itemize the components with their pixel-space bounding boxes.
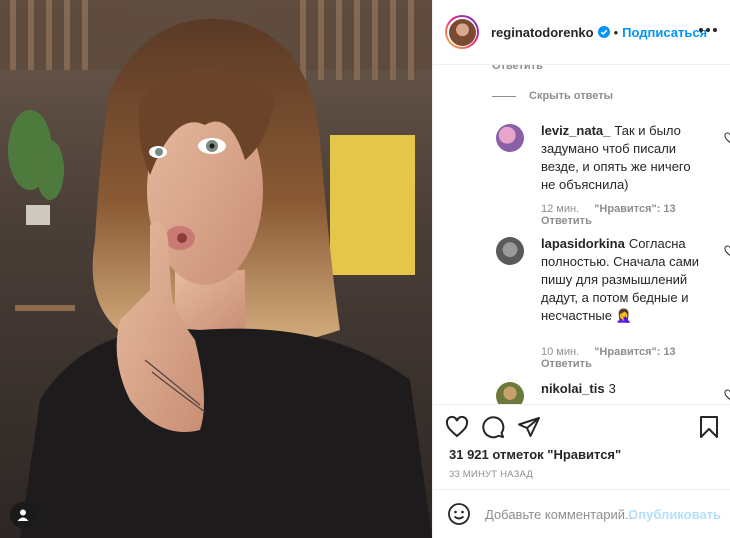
comment-meta: 12 мин. "Нравится": 13 [541, 203, 676, 215]
comment-like-heart-icon[interactable] [724, 132, 730, 144]
post-actions: 31 921 отметок "Нравится" 33 МИНУТ НАЗАД [433, 404, 730, 489]
verified-badge-icon [597, 26, 610, 38]
more-dot [706, 28, 710, 32]
more-options-icon[interactable] [695, 24, 721, 36]
tagged-users-button[interactable] [10, 502, 36, 528]
comment-icon [482, 416, 505, 439]
avatar-image [448, 18, 476, 46]
comment-time[interactable]: 10 мин. [541, 346, 579, 358]
replies-divider [492, 95, 516, 97]
likes-count[interactable]: 31 921 отметок "Нравится" [449, 447, 621, 462]
comment-meta: 10 мин. "Нравится": 13 [541, 346, 676, 358]
post-header: reginatodorenko • Подписаться [433, 0, 730, 65]
comment-time[interactable]: 12 мин. [541, 203, 579, 215]
commenter-username[interactable]: lapasidorkina [541, 236, 625, 251]
hide-replies-button[interactable]: Скрыть ответы [492, 90, 613, 102]
author-username[interactable]: reginatodorenko [491, 25, 594, 40]
emoji-icon[interactable] [447, 502, 471, 526]
action-icons [445, 415, 541, 439]
avatar-frame [447, 17, 477, 47]
post-time[interactable]: 33 МИНУТ НАЗАД [449, 469, 533, 480]
more-dot [713, 28, 717, 32]
comment-likes[interactable]: "Нравится": 13 [594, 346, 675, 358]
commenter-avatar[interactable] [496, 382, 524, 404]
comment-content: 3 [608, 381, 616, 396]
comment-reply-button[interactable]: Ответить [541, 358, 592, 370]
more-dot [699, 28, 703, 32]
user-icon [17, 509, 29, 521]
comment-likes[interactable]: "Нравится": 13 [594, 203, 675, 215]
post-side-panel: reginatodorenko • Подписаться Ответить С… [432, 0, 730, 538]
publish-button[interactable]: Опубликовать [628, 507, 721, 522]
bookmark-icon [700, 416, 718, 438]
add-comment-bar: Опубликовать [433, 489, 730, 538]
comment-like-heart-icon[interactable] [724, 245, 730, 257]
comment-like-heart-icon[interactable] [724, 389, 730, 401]
post-image [0, 0, 432, 538]
comment-input[interactable] [485, 506, 635, 522]
author-avatar[interactable] [445, 15, 479, 49]
separator-dot: • [613, 24, 619, 40]
share-icon [518, 417, 540, 437]
heart-icon [445, 415, 469, 438]
comments-list[interactable]: Ответить Скрыть ответы leviz_nata_ Так и … [433, 60, 730, 404]
share-button[interactable] [517, 415, 541, 439]
post-photo[interactable] [0, 0, 432, 538]
commenter-username[interactable]: leviz_nata_ [541, 123, 610, 138]
commenter-username[interactable]: nikolai_tis [541, 381, 605, 396]
comment-text: lapasidorkina Согласна полностью. Сначала… [541, 235, 701, 325]
save-button[interactable] [697, 415, 721, 439]
comment-text: leviz_nata_ Так и было задумано чтоб писа… [541, 122, 701, 194]
comment-text: nikolai_tis 3 [541, 380, 701, 398]
comment-button[interactable] [481, 415, 505, 439]
hide-replies-label: Скрыть ответы [529, 90, 613, 102]
commenter-avatar[interactable] [496, 124, 524, 152]
commenter-avatar[interactable] [496, 237, 524, 265]
like-button[interactable] [445, 415, 469, 439]
comment-reply-button[interactable]: Ответить [541, 215, 592, 227]
